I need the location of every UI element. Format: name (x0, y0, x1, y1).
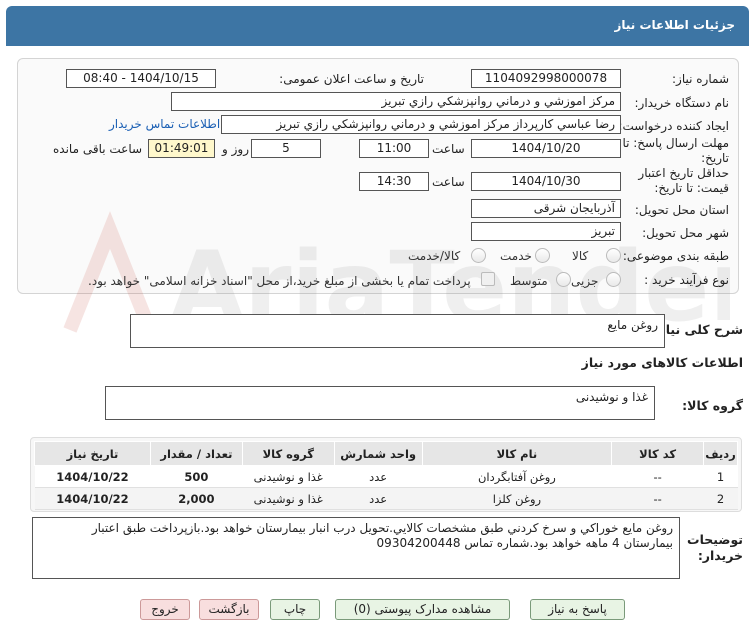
category-option-goods: کالا (572, 249, 589, 263)
goods-group-field: غذا و نوشیدنی (105, 386, 655, 420)
price-date-field: 1404/10/30 (471, 172, 621, 191)
purchase-radio-minor[interactable] (606, 272, 621, 287)
price-validity-label: حداقل تاریخ اعتبار قیمت: تا تاریخ: (638, 166, 729, 195)
buyer-notes-text: روغن مايع خوراکي و سرخ کردني طبق مشخصات … (91, 521, 673, 550)
col-code: کد کالا (611, 441, 705, 466)
col-name: نام کالا (421, 441, 613, 466)
col-unit: واحد شمارش (333, 441, 423, 466)
items-table: ردیف کد کالا نام کالا واحد شمارش گروه کا… (34, 441, 738, 510)
print-button[interactable]: چاپ (270, 599, 320, 620)
page-header: جزئیات اطلاعات نیاز (6, 6, 749, 46)
category-radio-goods[interactable] (606, 248, 621, 263)
category-option-service: خدمت (500, 249, 532, 263)
cell-code: -- (611, 487, 704, 510)
purchase-type-label: نوع فرآیند خرید : (644, 273, 729, 287)
col-row: ردیف (703, 441, 738, 466)
city-field: تبریز (471, 222, 621, 241)
col-group: گروه کالا (241, 441, 335, 466)
description-label: شرح کلی نیاز: (653, 322, 743, 337)
cell-date: 1404/10/22 (34, 487, 151, 510)
page-title: جزئیات اطلاعات نیاز (614, 18, 735, 32)
creator-field: رضا عباسي کارپرداز مرکز اموزشي و درماني … (221, 115, 621, 134)
col-qty: تعداد / مقدار (149, 441, 243, 466)
reply-time-word: ساعت (432, 142, 465, 156)
cell-code: -- (611, 465, 704, 488)
attachments-button[interactable]: مشاهده مدارک پیوستی (0) (335, 599, 510, 620)
cell-unit: عدد (334, 465, 423, 488)
announce-label: تاریخ و ساعت اعلان عمومی: (279, 72, 424, 86)
category-radio-both[interactable] (471, 248, 486, 263)
cell-name: روغن کلزا (422, 487, 612, 510)
cell-row: 2 (703, 487, 738, 510)
table-row: 2 -- روغن کلزا عدد غذا و نوشیدنی 2,000 1… (34, 487, 738, 510)
cell-group: غذا و نوشیدنی (242, 487, 335, 510)
days-word: روز و (222, 142, 249, 156)
province-field: آذربایجان شرقی (471, 199, 621, 218)
need-number-field: 1104092998000078 (471, 69, 621, 88)
goods-group-label: گروه کالا: (682, 398, 743, 413)
city-label: شهر محل تحویل: (642, 226, 729, 240)
reply-time-field: 11:00 (359, 139, 429, 158)
price-time-field: 14:30 (359, 172, 429, 191)
treasury-note: پرداخت تمام یا بخشی از مبلغ خرید،از محل … (88, 274, 471, 288)
days-field: 5 (251, 139, 321, 158)
description-text: روغن مایع (607, 318, 658, 332)
cell-name: روغن آفتابگردان (422, 465, 612, 488)
category-radio-service[interactable] (535, 248, 550, 263)
table-header-row: ردیف کد کالا نام کالا واحد شمارش گروه کا… (34, 441, 738, 466)
back-button[interactable]: بازگشت (199, 599, 259, 620)
category-option-both: کالا/خدمت (408, 249, 461, 263)
buyer-contact-link[interactable]: اطلاعات تماس خریدار (109, 117, 220, 131)
buyer-field: مرکز اموزشي و درماني روانپزشکي رازي تبري… (171, 92, 621, 111)
reply-button[interactable]: پاسخ به نیاز (530, 599, 625, 620)
cell-qty: 2,000 (150, 487, 243, 510)
cell-qty: 500 (150, 465, 243, 488)
goods-group-text: غذا و نوشیدنی (575, 390, 648, 404)
col-date: تاریخ نیاز (34, 441, 151, 466)
purchase-radio-medium[interactable] (556, 272, 571, 287)
category-label: طبقه بندی موضوعی: (622, 249, 729, 263)
description-field: روغن مایع (130, 314, 665, 348)
remaining-time-field: 01:49:01 (148, 139, 215, 158)
province-label: استان محل تحویل: (634, 203, 729, 217)
need-number-label: شماره نیاز: (672, 72, 729, 86)
purchase-option-medium: متوسط (510, 274, 548, 288)
cell-row: 1 (703, 465, 738, 488)
reply-deadline-label: مهلت ارسال پاسخ: تا تاریخ: (622, 136, 729, 165)
buyer-label: نام دستگاه خریدار: (634, 96, 730, 110)
buyer-notes-field: روغن مايع خوراکي و سرخ کردني طبق مشخصات … (32, 517, 680, 579)
cell-group: غذا و نوشیدنی (242, 465, 335, 488)
goods-section-title: اطلاعات کالاهای مورد نیاز (581, 355, 743, 370)
purchase-option-minor: جزیی (571, 274, 599, 288)
reply-date-field: 1404/10/20 (471, 139, 621, 158)
table-row: 1 -- روغن آفتابگردان عدد غذا و نوشیدنی 5… (34, 465, 738, 488)
cell-unit: عدد (334, 487, 423, 510)
exit-button[interactable]: خروج (140, 599, 190, 620)
creator-label: ایجاد کننده درخواست: (618, 119, 729, 133)
buyer-notes-label: توضیحات خریدار: (687, 532, 743, 563)
announce-field: 1404/10/15 - 08:40 (66, 69, 216, 88)
price-time-word: ساعت (432, 175, 465, 189)
remaining-word: ساعت باقی مانده (53, 142, 143, 156)
cell-date: 1404/10/22 (34, 465, 151, 488)
treasury-checkbox[interactable] (481, 272, 495, 286)
